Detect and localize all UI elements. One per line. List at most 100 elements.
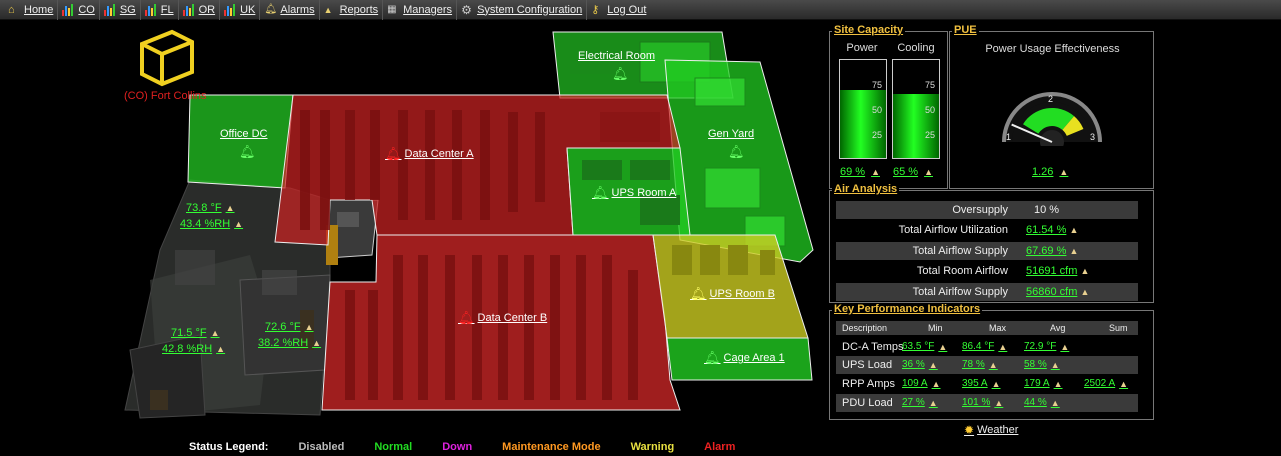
legend-down: Down	[442, 441, 473, 453]
kpi-sum-value[interactable]: 2502 A ▲	[1084, 378, 1128, 389]
site-name: (CO) Fort Collins	[124, 90, 207, 102]
trend-up-icon: ▲	[234, 219, 244, 229]
legend-normal: Normal	[374, 441, 413, 453]
room-electrical-room[interactable]: Electrical Room	[578, 50, 655, 62]
sensor-rh-3[interactable]: 38.2 %RH ▲	[258, 337, 321, 349]
kpi-value-text: 78 %	[962, 359, 985, 370]
air-row-value-link: 61.54 %	[1026, 224, 1067, 236]
power-capacity-value[interactable]: 69 % ▲	[840, 166, 880, 178]
nav-or[interactable]: OR	[179, 0, 221, 20]
pue-title: PUE	[952, 24, 979, 36]
trend-up-icon: ▲	[928, 397, 938, 408]
kpi-max-value[interactable]: 86.4 °F ▲	[962, 341, 1007, 352]
kpi-avg-value[interactable]: 72.9 °F ▲	[1024, 341, 1069, 352]
kpi-value-text: 27 %	[902, 397, 925, 408]
trend-up-icon: ▲	[931, 378, 941, 389]
site-capacity-title: Site Capacity	[832, 24, 906, 36]
room-ups-room-a-label: UPS Room A	[611, 187, 677, 199]
tick-label: 75	[871, 80, 882, 90]
legend-maintenance: Maintenance Mode	[502, 441, 601, 453]
kpi-avg-value[interactable]: 44 % ▲	[1024, 397, 1060, 408]
room-data-center-b[interactable]: 🔔︎ Data Center B	[458, 310, 547, 326]
bar-chart-icon	[62, 3, 74, 16]
nav-system-configuration[interactable]: ⚙ System Configuration	[457, 0, 588, 20]
nav-uk[interactable]: UK	[220, 0, 261, 20]
gear-icon: ⚙	[461, 2, 472, 17]
sensor-temp-1[interactable]: 73.8 °F ▲	[186, 202, 235, 214]
trend-up-icon: ▲	[1119, 378, 1129, 389]
trend-up-icon: ▲	[1050, 359, 1060, 370]
air-row-label: Total Airlfow Supply	[912, 286, 1008, 298]
kpi-max-value[interactable]: 78 % ▲	[962, 359, 998, 370]
nav-reports[interactable]: ▲ Reports	[320, 0, 384, 20]
sensor-rh-1[interactable]: 43.4 %RH ▲	[180, 218, 243, 230]
air-analysis-title: Air Analysis	[832, 183, 900, 195]
floor-plan: (CO) Fort Collins Electrical Room 🔔︎ Off…	[0, 20, 828, 438]
room-office-dc[interactable]: Office DC	[220, 128, 267, 140]
trend-up-icon: ▲	[304, 322, 314, 332]
air-row-value[interactable]: 67.69 % ▲	[1026, 245, 1078, 257]
trend-up-icon: ▲	[1069, 246, 1079, 256]
trend-up-icon: ▲	[928, 359, 938, 370]
site-logo	[140, 29, 194, 87]
nav-uk-label: UK	[240, 3, 256, 16]
nav-log-out-label: Log Out	[607, 3, 647, 16]
nav-home[interactable]: ⌂ Home	[4, 0, 59, 20]
room-gen-yard[interactable]: Gen Yard	[708, 128, 754, 140]
sensor-temp-2[interactable]: 71.5 °F ▲	[171, 327, 220, 339]
kpi-min-value[interactable]: 63.5 °F ▲	[902, 341, 947, 352]
nav-co-label: CO	[78, 3, 95, 16]
kpi-value-text: 2502 A	[1084, 378, 1116, 389]
air-row-value[interactable]: 61.54 % ▲	[1026, 224, 1078, 236]
air-row-supply-cfm: Total Airlfow Supply 56860 cfm ▲	[836, 283, 1138, 301]
air-row-value[interactable]: 56860 cfm ▲	[1026, 286, 1089, 298]
trend-up-icon: ▲	[1080, 287, 1090, 297]
nav-co[interactable]: CO	[58, 0, 100, 20]
kpi-max-value[interactable]: 101 % ▲	[962, 397, 1003, 408]
sensor-rh-3-value: 38.2 %RH	[258, 337, 309, 349]
kpi-value-text: 395 A	[962, 378, 988, 389]
kpi-min-value[interactable]: 36 % ▲	[902, 359, 938, 370]
room-ups-room-a[interactable]: 🔔︎ UPS Room A	[592, 185, 676, 201]
trend-up-icon: ▲	[924, 167, 933, 177]
top-nav: ⌂ Home CO SG FL OR UK 🔔︎ Alarms ▲ Report…	[0, 0, 1281, 20]
kpi-avg-value[interactable]: 179 A ▲	[1024, 378, 1063, 389]
kpi-min-value[interactable]: 109 A ▲	[902, 378, 941, 389]
pue-scale-max: 3	[1090, 132, 1095, 142]
room-cage-area-1[interactable]: 🔔︎ Cage Area 1	[704, 350, 785, 366]
kpi-row: RPP Amps 109 A ▲ 395 A ▲ 179 A ▲ 2502 A ▲	[836, 375, 1138, 393]
room-ups-room-b[interactable]: 🔔︎ UPS Room B	[690, 286, 775, 302]
nav-log-out[interactable]: ⚷ Log Out	[587, 0, 650, 20]
room-data-center-a-label: Data Center A	[404, 148, 474, 160]
bell-icon: 🔔︎	[728, 144, 745, 159]
pue-value[interactable]: 1.26 ▲	[1032, 166, 1068, 178]
room-data-center-a[interactable]: 🔔︎ Data Center A	[385, 146, 474, 162]
kpi-min-value[interactable]: 27 % ▲	[902, 397, 938, 408]
room-cage-area-1-label: Cage Area 1	[723, 352, 785, 364]
room-office-dc-label: Office DC	[220, 128, 268, 140]
legend-disabled: Disabled	[298, 441, 345, 453]
kpi-header-cell: Avg	[1050, 323, 1066, 333]
power-capacity-text: 69 %	[840, 166, 866, 178]
air-row-label: Total Airflow Supply	[912, 245, 1008, 257]
cooling-capacity-value[interactable]: 65 % ▲	[893, 166, 933, 178]
pue-panel: PUE Power Usage Effectiveness 1 2 3 1.26…	[949, 24, 1154, 189]
nav-alarms[interactable]: 🔔︎ Alarms	[260, 0, 320, 20]
nav-fl[interactable]: FL	[141, 0, 179, 20]
air-row-value-link: 51691 cfm	[1026, 265, 1078, 277]
nav-reports-label: Reports	[339, 3, 379, 16]
weather-link[interactable]: ✹ Weather	[964, 423, 1018, 437]
room-gen-yard-label: Gen Yard	[708, 128, 755, 140]
sensor-rh-2[interactable]: 42.8 %RH ▲	[162, 343, 225, 355]
pue-scale-mid: 2	[1048, 94, 1053, 104]
floor-plan-graphic	[124, 31, 814, 419]
nav-sg[interactable]: SG	[100, 0, 141, 20]
kpi-max-value[interactable]: 395 A ▲	[962, 378, 1001, 389]
sensor-temp-3[interactable]: 72.6 °F ▲	[265, 321, 314, 333]
trend-up-icon: ▲	[210, 328, 220, 338]
nav-managers[interactable]: ▦ Managers	[383, 0, 458, 20]
kpi-value-text: 179 A	[1024, 378, 1050, 389]
bell-icon: 🔔︎	[239, 144, 256, 159]
air-row-value[interactable]: 51691 cfm ▲	[1026, 265, 1089, 277]
kpi-avg-value[interactable]: 58 % ▲	[1024, 359, 1060, 370]
